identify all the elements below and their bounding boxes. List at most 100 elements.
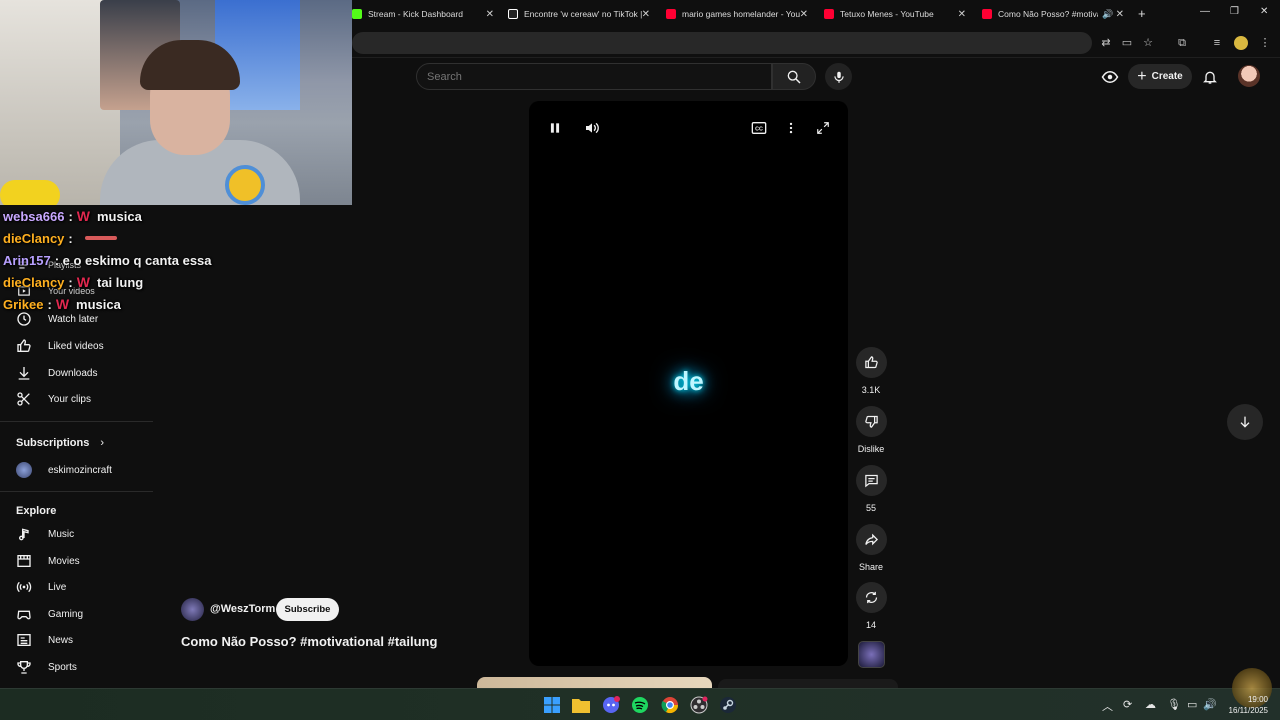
explore-heading: Explore — [16, 505, 57, 517]
translate-icon[interactable]: ⇄ — [1099, 36, 1113, 50]
live-icon — [16, 579, 32, 595]
sidebar-item-gaming[interactable]: Gaming — [0, 601, 153, 627]
sidebar-item-music[interactable]: Music — [0, 521, 153, 547]
close-tab-icon[interactable]: ✕ — [642, 9, 650, 20]
search-box[interactable] — [416, 63, 772, 90]
windows-taskbar: ︿ ⟳ ☁ 🎙 ▭ 🔊 — [0, 688, 1280, 720]
thumbs-up-icon — [16, 338, 32, 354]
create-label: Create — [1151, 71, 1183, 82]
spotify-icon[interactable] — [630, 695, 650, 715]
cast-icon[interactable]: ▭ — [1120, 36, 1134, 50]
dislike-button[interactable] — [856, 406, 887, 437]
tray-sync-icon[interactable]: ⟳ — [1123, 698, 1132, 711]
new-tab-button[interactable]: + — [1138, 6, 1146, 21]
microphone-tray-icon[interactable]: 🎙 — [1167, 698, 1181, 711]
file-explorer-icon[interactable] — [571, 695, 591, 715]
obs-icon[interactable] — [689, 695, 709, 715]
share-action[interactable]: Share — [856, 524, 887, 572]
subscribe-button[interactable]: Subscribe — [276, 598, 339, 621]
sidebar-item-label: Your clips — [48, 393, 91, 405]
close-tab-icon[interactable]: ✕ — [486, 9, 494, 20]
sidebar-divider — [0, 421, 153, 422]
film-icon — [16, 553, 32, 569]
network-icon[interactable]: ▭ — [1187, 698, 1197, 711]
shorts-player[interactable]: CC de — [529, 101, 848, 666]
sidebar-item-liked-videos[interactable]: Liked videos — [0, 333, 153, 359]
search-input[interactable] — [417, 64, 771, 89]
close-tab-icon[interactable]: ✕ — [1116, 9, 1124, 20]
tray-overflow-chevron-icon[interactable]: ︿ — [1102, 698, 1113, 714]
extensions-icon[interactable]: ⧉ — [1175, 36, 1189, 50]
sound-thumbnail[interactable] — [858, 641, 885, 668]
omnibox[interactable] — [352, 32, 1092, 54]
captions-button[interactable]: CC — [750, 119, 768, 137]
news-icon — [16, 632, 32, 648]
media-queue-icon[interactable]: ≡ — [1210, 36, 1224, 50]
eye-extension-icon[interactable] — [1100, 67, 1120, 87]
sidebar-item-label: Live — [48, 581, 67, 593]
dislike-action[interactable]: Dislike — [856, 406, 887, 454]
search-icon — [787, 70, 801, 84]
tab-title: Encontre 'w cereaw' no TikTok | — [524, 9, 643, 19]
profile-icon[interactable] — [1234, 36, 1248, 50]
like-button[interactable] — [856, 347, 887, 378]
remix-action[interactable]: 14 — [856, 582, 887, 630]
like-action[interactable]: 3.1K — [856, 347, 887, 395]
w-emote-icon: W — [76, 274, 90, 290]
close-window-icon[interactable]: ✕ — [1260, 6, 1268, 17]
tab-como-nao-posso[interactable]: Como Não Posso? #motiva 🔊 ✕ — [982, 4, 1124, 24]
pause-button[interactable] — [546, 119, 564, 137]
remix-button[interactable] — [856, 582, 887, 613]
share-button[interactable] — [856, 524, 887, 555]
comments-action[interactable]: 55 — [856, 465, 887, 513]
system-clock[interactable]: 19:00 16/11/2025 — [1218, 694, 1268, 716]
tab-kick-dashboard[interactable]: Stream - Kick Dashboard ✕ — [352, 4, 494, 24]
chrome-icon[interactable] — [660, 695, 680, 715]
w-emote-icon: W — [76, 208, 90, 224]
subscription-item-eskimozincraft[interactable]: eskimozincraft — [0, 457, 153, 483]
speaker-icon[interactable]: 🔊 — [1203, 698, 1217, 711]
tab-tiktok[interactable]: Encontre 'w cereaw' no TikTok | ✕ — [508, 4, 650, 24]
cloud-icon[interactable]: ☁ — [1145, 698, 1156, 711]
tab-mario-games[interactable]: mario games homelander - You ✕ — [666, 4, 808, 24]
sidebar-item-your-clips[interactable]: Your clips — [0, 386, 153, 412]
webcam-overlay — [0, 0, 352, 205]
comments-button[interactable] — [856, 465, 887, 496]
kebab-menu-icon[interactable]: ⋮ — [1258, 36, 1272, 50]
create-button[interactable]: + Create — [1128, 64, 1192, 89]
more-options-button[interactable] — [782, 119, 800, 137]
sidebar-item-news[interactable]: News — [0, 627, 153, 653]
sidebar-item-label: Music — [48, 528, 75, 540]
minimize-icon[interactable]: — — [1200, 6, 1210, 17]
chat-username: Arin157 — [3, 252, 51, 268]
chat-text: musica — [76, 296, 121, 312]
steam-icon[interactable] — [718, 695, 738, 715]
search-button[interactable] — [772, 63, 816, 90]
video-caption-word: de — [673, 366, 704, 396]
windows-start-icon[interactable] — [542, 695, 562, 715]
sidebar-item-sports[interactable]: Sports — [0, 654, 153, 680]
channel-avatar[interactable] — [181, 598, 204, 621]
maximize-icon[interactable]: ❐ — [1230, 6, 1239, 17]
close-tab-icon[interactable]: ✕ — [800, 9, 808, 20]
volume-button[interactable] — [583, 119, 601, 137]
voice-search-button[interactable] — [825, 63, 852, 90]
close-tab-icon[interactable]: ✕ — [958, 9, 966, 20]
fullscreen-button[interactable] — [814, 119, 832, 137]
plus-icon: + — [1137, 67, 1147, 85]
sidebar-item-live[interactable]: Live — [0, 574, 153, 600]
bookmark-star-icon[interactable]: ☆ — [1141, 36, 1155, 50]
discord-icon[interactable] — [601, 695, 621, 715]
stream-chat-overlay: websa666: W musica dieClancy: Arin157: e… — [3, 205, 363, 315]
notifications-bell-icon[interactable] — [1200, 67, 1220, 87]
sidebar-item-movies[interactable]: Movies — [0, 548, 153, 574]
channel-name[interactable]: @WeszTorm — [210, 603, 275, 615]
tab-audio-icon[interactable]: 🔊 — [1102, 9, 1113, 20]
tab-tetuxo-menes[interactable]: Tetuxo Menes - YouTube ✕ — [824, 4, 966, 24]
next-short-button[interactable] — [1227, 404, 1263, 440]
video-title[interactable]: Como Não Posso? #motivational #tailung — [181, 634, 437, 649]
sidebar-item-downloads[interactable]: Downloads — [0, 360, 153, 386]
more-vertical-icon — [789, 122, 793, 134]
subscriptions-heading[interactable]: Subscriptions › — [16, 437, 104, 449]
account-avatar[interactable] — [1238, 65, 1260, 87]
